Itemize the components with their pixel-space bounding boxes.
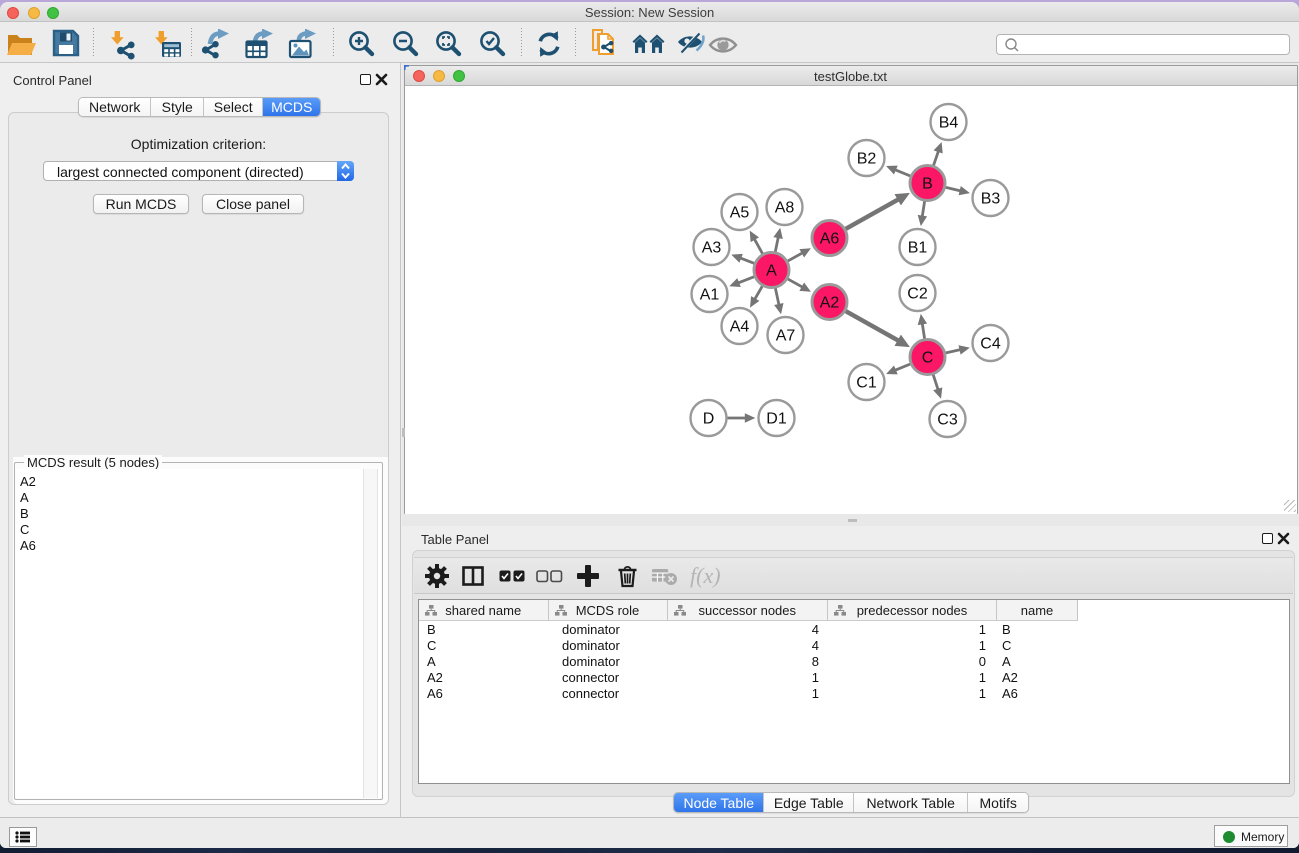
svg-text:C1: C1 bbox=[856, 374, 877, 391]
svg-text:B4: B4 bbox=[938, 114, 958, 131]
svg-text:A8: A8 bbox=[774, 199, 794, 216]
svg-text:A4: A4 bbox=[729, 318, 749, 335]
svg-text:D: D bbox=[702, 410, 714, 427]
svg-text:C: C bbox=[921, 349, 933, 366]
svg-text:A1: A1 bbox=[699, 286, 719, 303]
svg-text:C2: C2 bbox=[907, 285, 928, 302]
svg-text:B3: B3 bbox=[980, 190, 1000, 207]
svg-text:A3: A3 bbox=[701, 239, 721, 256]
svg-text:C4: C4 bbox=[980, 335, 1001, 352]
svg-text:D1: D1 bbox=[766, 410, 787, 427]
svg-text:B2: B2 bbox=[856, 150, 876, 167]
svg-text:A6: A6 bbox=[819, 230, 839, 247]
svg-text:B: B bbox=[922, 175, 933, 192]
svg-text:A2: A2 bbox=[819, 294, 839, 311]
svg-text:A7: A7 bbox=[775, 327, 795, 344]
svg-text:B1: B1 bbox=[907, 239, 927, 256]
svg-text:C3: C3 bbox=[937, 411, 958, 428]
svg-text:A: A bbox=[766, 262, 777, 279]
svg-text:A5: A5 bbox=[729, 204, 749, 221]
